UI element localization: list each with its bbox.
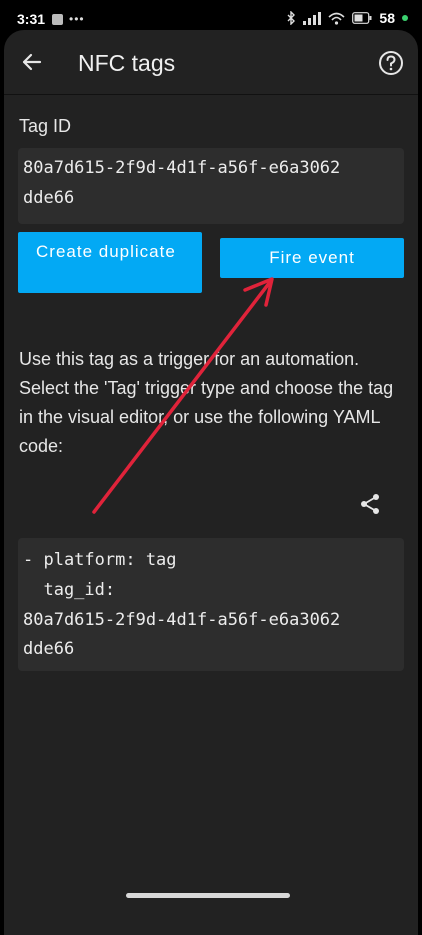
trigger-description: Use this tag as a trigger for an automat… — [19, 349, 394, 456]
battery-level: 58 — [379, 10, 395, 26]
fire-event-button[interactable]: Fire event — [220, 238, 404, 278]
tag-id-line-2: dde66 — [23, 188, 75, 208]
bluetooth-icon — [287, 11, 296, 25]
nfc-tag-dialog: NFC tags Tag ID 80a7d615-2f9d-4d1f-a56f-… — [4, 30, 418, 935]
fire-event-label: Fire event — [269, 248, 355, 267]
tag-id-value: 80a7d615-2f9d-4d1f-a56f-e6a3062 dde66 — [18, 148, 404, 224]
yaml-line-2: tag_id: — [23, 580, 116, 600]
yaml-line-4: dde66 — [23, 639, 75, 659]
more-dots-icon: ••• — [69, 12, 85, 26]
signal-icon — [303, 11, 322, 25]
yaml-line-3: 80a7d615-2f9d-4d1f-a56f-e6a3062 — [23, 610, 341, 630]
appbar-divider — [4, 94, 418, 95]
share-icon[interactable] — [359, 493, 381, 515]
yaml-code-block: - platform: tag tag_id: 80a7d615-2f9d-4d… — [18, 538, 404, 671]
wifi-icon — [328, 12, 345, 25]
tag-id-line-1: 80a7d615-2f9d-4d1f-a56f-e6a3062 — [23, 158, 341, 178]
yaml-line-1: - platform: tag — [23, 550, 177, 570]
gallery-icon — [52, 13, 63, 25]
help-circle-icon[interactable] — [378, 50, 404, 76]
charging-dot — [402, 15, 408, 21]
create-duplicate-button[interactable]: Create duplicate — [18, 232, 202, 293]
arrow-left-icon[interactable] — [20, 50, 44, 74]
app-bar: NFC tags — [4, 30, 418, 94]
status-time: 3:31 — [17, 11, 46, 27]
gesture-nav-bar[interactable] — [126, 893, 290, 898]
page-title: NFC tags — [78, 50, 176, 76]
create-duplicate-label: Create duplicate — [36, 242, 176, 261]
tag-id-label: Tag ID — [19, 116, 72, 136]
battery-icon — [352, 12, 372, 24]
